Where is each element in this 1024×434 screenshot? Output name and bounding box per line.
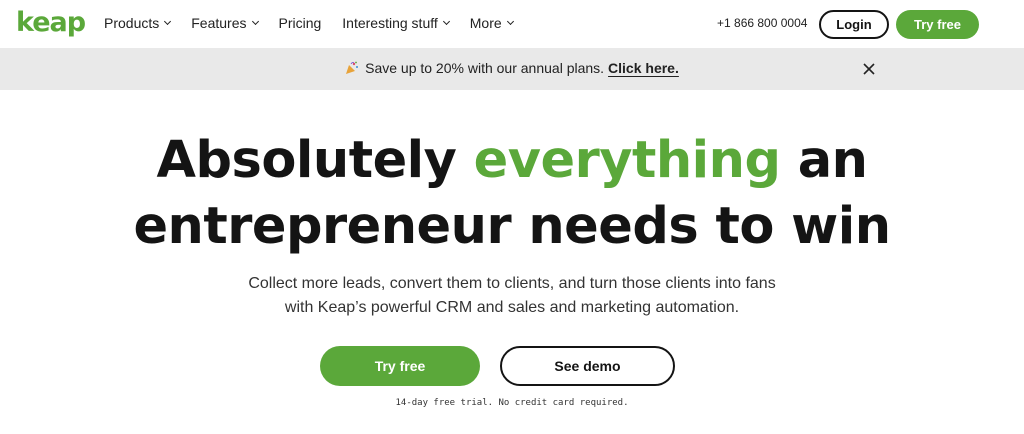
close-icon[interactable] xyxy=(862,62,876,76)
top-navigation-bar: keap Products Features Pricing Interesti… xyxy=(0,0,1024,48)
headline-text: an xyxy=(780,131,868,190)
main-menu: Products Features Pricing Interesting st… xyxy=(104,15,534,31)
chevron-down-icon xyxy=(164,17,172,26)
nav-try-free-button[interactable]: Try free xyxy=(896,10,979,39)
hero-subtitle: Collect more leads, convert them to clie… xyxy=(0,272,1024,320)
see-demo-button[interactable]: See demo xyxy=(500,346,675,386)
login-button[interactable]: Login xyxy=(819,10,889,39)
chevron-down-icon xyxy=(506,17,514,26)
hero-headline: Absolutely everything an entrepreneur ne… xyxy=(0,128,1024,260)
promo-click-here-link[interactable]: Click here. xyxy=(608,60,679,76)
promo-banner: Save up to 20% with our annual plans. Cli… xyxy=(0,48,1024,90)
nav-item-label: Pricing xyxy=(278,15,322,31)
hero-headline-line-1: Absolutely everything an xyxy=(0,128,1024,194)
nav-item-interesting-stuff[interactable]: Interesting stuff xyxy=(342,15,450,31)
nav-item-features[interactable]: Features xyxy=(191,15,259,31)
promo-message: Save up to 20% with our annual plans. xyxy=(365,60,605,76)
nav-item-products[interactable]: Products xyxy=(104,15,172,31)
headline-accent-text: everything xyxy=(473,131,781,190)
hero-subtitle-line-1: Collect more leads, convert them to clie… xyxy=(248,275,776,292)
hero-headline-line-2: entrepreneur needs to win xyxy=(133,197,891,256)
chevron-down-icon xyxy=(251,17,259,26)
phone-number-link[interactable]: +1 866 800 0004 xyxy=(717,16,807,30)
nav-item-pricing[interactable]: Pricing xyxy=(279,15,322,31)
headline-text: Absolutely xyxy=(156,131,474,190)
hero-try-free-button[interactable]: Try free xyxy=(320,346,480,386)
nav-item-label: Products xyxy=(104,15,160,31)
chevron-down-icon xyxy=(442,17,450,26)
trial-fine-print: 14-day free trial. No credit card requir… xyxy=(395,398,629,408)
keap-logo[interactable]: keap xyxy=(16,6,86,40)
nav-item-label: Interesting stuff xyxy=(342,15,438,31)
hero-subtitle-line-2: with Keap’s powerful CRM and sales and m… xyxy=(284,299,740,316)
party-popper-icon xyxy=(346,61,359,74)
nav-item-label: Features xyxy=(191,15,247,31)
nav-item-label: More xyxy=(469,15,502,31)
nav-item-more[interactable]: More xyxy=(469,15,514,31)
